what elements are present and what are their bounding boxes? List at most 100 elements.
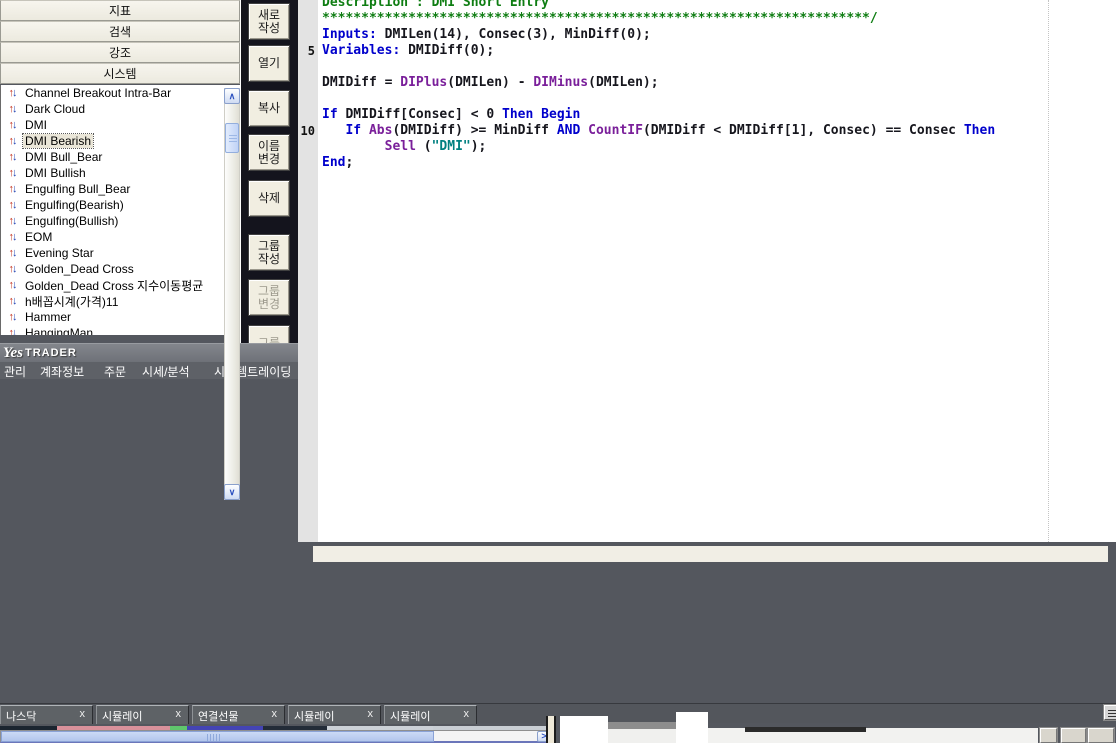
menu-item-시세/분석[interactable]: 시세/분석 (142, 363, 190, 380)
horizontal-scroll-thumb[interactable] (1, 731, 434, 742)
tab-close-icon[interactable]: x (176, 708, 182, 720)
chart-tab-5[interactable]: 시뮬레이 x (384, 705, 477, 724)
code-token: Sell (385, 139, 416, 154)
down-arrow-icon: ↓ (12, 279, 16, 291)
code-token: Description : DMI Short Entry (322, 0, 549, 10)
line-number: 5 (308, 43, 315, 59)
toolbar-button-label: 변경 (258, 298, 280, 311)
list-vertical-scrollbar[interactable]: ∧ ∨ (224, 88, 240, 500)
main-menu-bar: 관리계좌정보주문시세/분석시스템트레이딩 (0, 362, 298, 379)
list-item[interactable]: ↑↓EOM (1, 229, 240, 245)
updown-arrows-icon: ↑↓ (1, 311, 23, 323)
list-item[interactable]: ↑↓Golden_Dead Cross (1, 261, 240, 277)
code-token: DMIDiff = (322, 75, 400, 90)
list-item-label: Evening Star (23, 246, 96, 260)
toolbar-button-label: 새로 (258, 9, 280, 22)
code-token: Abs (369, 123, 392, 138)
code-line: ****************************************… (322, 11, 995, 27)
horizontal-scrollbar[interactable]: > (0, 730, 552, 743)
updown-arrows-icon: ↑↓ (1, 263, 23, 275)
list-item[interactable]: ↑↓Evening Star (1, 245, 240, 261)
category-header-1[interactable]: 지표 (0, 0, 240, 21)
list-item[interactable]: ↑↓Engulfing(Bullish) (1, 213, 240, 229)
list-item[interactable]: ↑↓DMI Bull_Bear (1, 149, 240, 165)
list-item[interactable]: ↑↓HangingMan (1, 325, 240, 335)
down-arrow-icon: ↓ (12, 263, 16, 275)
tab-label: 시뮬레이 (390, 708, 430, 724)
editor-line-number-gutter: 5 10 (298, 0, 318, 542)
updown-arrows-icon: ↑↓ (1, 135, 23, 147)
code-token: Variables: (322, 43, 400, 58)
toolbar-button-5[interactable]: 삭제 (248, 180, 290, 217)
list-item[interactable]: ↑↓Golden_Dead Cross 지수이동평균 (1, 277, 240, 293)
list-item[interactable]: ↑↓DMI Bullish (1, 165, 240, 181)
toolbar-button-3[interactable]: 복사 (248, 90, 290, 127)
chart-tab-3[interactable]: 연결선물x (192, 705, 285, 724)
status-panel (1088, 728, 1114, 743)
tab-close-icon[interactable]: x (464, 708, 470, 720)
down-arrow-icon: ↓ (12, 87, 16, 99)
list-item-label: Channel Breakout Intra-Bar (23, 86, 173, 100)
chart-tab-1[interactable]: 나스닥x (0, 705, 93, 724)
code-token: ); (471, 139, 487, 154)
list-item[interactable]: ↑↓Hammer (1, 309, 240, 325)
updown-arrows-icon: ↑↓ (1, 215, 23, 227)
scroll-down-button[interactable]: ∨ (224, 484, 240, 500)
toolbar-button-6[interactable]: 그룹작성 (248, 234, 290, 271)
up-chevron-icon: ∧ (229, 92, 236, 101)
vertical-scroll-thumb[interactable] (225, 123, 239, 153)
down-arrow-icon: ↓ (12, 151, 16, 163)
code-line: Sell ("DMI"); (322, 139, 995, 155)
category-header-3[interactable]: 강조 (0, 42, 240, 63)
code-text: Description : DMI Short Entry***********… (322, 0, 995, 171)
menu-item-관리[interactable]: 관리 (4, 363, 26, 380)
updown-arrows-icon: ↑↓ (1, 87, 23, 99)
line-number: 10 (301, 123, 315, 139)
list-item[interactable]: ↑↓Engulfing Bull_Bear (1, 181, 240, 197)
code-token: DMIDiff(0); (400, 43, 494, 58)
tab-close-icon[interactable]: x (80, 708, 86, 720)
category-header-4[interactable]: 시스템 (0, 63, 240, 84)
background-window-fragment (676, 712, 708, 743)
code-token: (DMILen); (588, 75, 658, 90)
chart-tab-4[interactable]: 시뮬레이 x (288, 705, 381, 724)
code-token (322, 139, 385, 154)
code-token: "DMI" (432, 139, 471, 154)
category-header-2[interactable]: 검색 (0, 21, 240, 42)
code-token (580, 123, 588, 138)
tab-label: 시뮬레이 (294, 708, 334, 724)
code-token: AND (557, 123, 580, 138)
list-item-label: EOM (23, 230, 54, 244)
list-item[interactable]: ↑↓h배꼽시계(가격)11 (1, 293, 240, 309)
code-token: Begin (541, 107, 580, 122)
list-item-label: DMI Bullish (23, 166, 88, 180)
list-item-label: Hammer (23, 310, 73, 324)
list-item[interactable]: ↑↓DMI (1, 117, 240, 133)
list-item-label: HangingMan (23, 326, 95, 335)
tab-close-icon[interactable]: x (368, 708, 374, 720)
list-item[interactable]: ↑↓DMI Bearish (1, 133, 240, 149)
toolbar-button-label: 이름 (258, 140, 280, 153)
list-item[interactable]: ↑↓Dark Cloud (1, 101, 240, 117)
code-line: Variables: DMIDiff(0); (322, 43, 995, 59)
toolbar-button-1[interactable]: 새로작성 (248, 3, 290, 40)
scroll-up-button[interactable]: ∧ (224, 88, 240, 104)
tab-close-icon[interactable]: x (272, 708, 278, 720)
list-item-label: DMI Bearish (23, 134, 93, 148)
toolbar-button-4[interactable]: 이름변경 (248, 134, 290, 171)
down-chevron-icon: ∨ (229, 488, 236, 497)
list-item[interactable]: ↑↓Engulfing(Bearish) (1, 197, 240, 213)
code-line: If Abs(DMIDiff) >= MinDiff AND CountIF(D… (322, 123, 995, 139)
tab-list-button[interactable] (1104, 705, 1116, 720)
menu-item-주문[interactable]: 주문 (104, 363, 126, 380)
menu-item-계좌정보[interactable]: 계좌정보 (40, 363, 84, 380)
updown-arrows-icon: ↑↓ (1, 295, 23, 307)
toolbar-button-2[interactable]: 열기 (248, 45, 290, 82)
indicator-list: ↑↓Channel Breakout Intra-Bar↑↓Dark Cloud… (0, 85, 240, 335)
chart-tab-2[interactable]: 시뮬레이x (96, 705, 189, 724)
list-item-label: Dark Cloud (23, 102, 87, 116)
list-item[interactable]: ↑↓Channel Breakout Intra-Bar (1, 85, 240, 101)
code-editor[interactable]: Description : DMI Short Entry***********… (318, 0, 1116, 542)
down-arrow-icon: ↓ (12, 327, 16, 335)
list-item-label: Engulfing(Bearish) (23, 198, 126, 212)
